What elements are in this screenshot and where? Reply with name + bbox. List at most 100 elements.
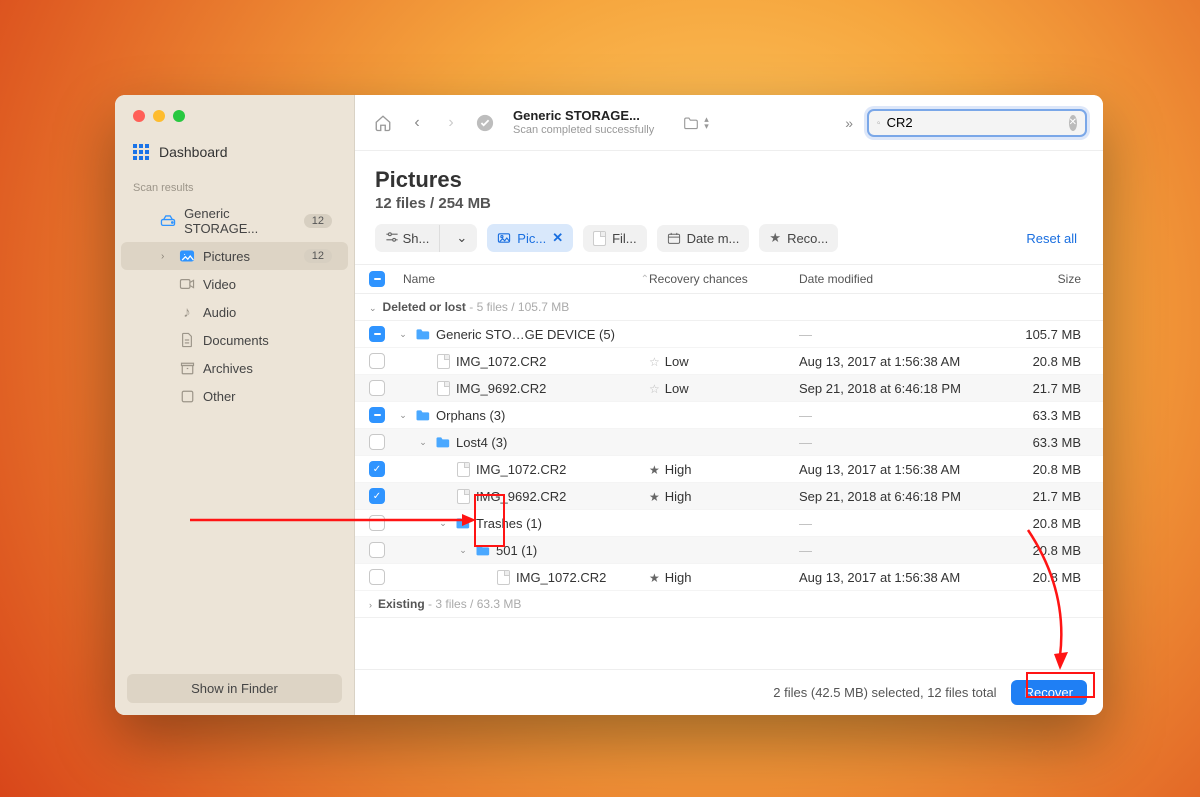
search-field[interactable]: ✕ <box>867 109 1087 137</box>
star-icon: ☆ <box>649 355 660 369</box>
toolbar: ‹ › Generic STORAGE... Scan completed su… <box>355 95 1103 151</box>
group-existing[interactable]: ›Existing - 3 files / 63.3 MB <box>355 591 1103 618</box>
maximize-window-button[interactable] <box>173 110 185 122</box>
folder-selector[interactable]: ▴▾ <box>682 116 709 130</box>
column-name[interactable]: Name⌃ <box>397 272 649 286</box>
dashboard-label: Dashboard <box>159 144 228 160</box>
folder-row[interactable]: ⌄Generic STO…GE DEVICE (5)—105.7 MB <box>355 321 1103 348</box>
sidebar-item-other[interactable]: Other <box>121 382 348 410</box>
sliders-icon <box>385 231 399 243</box>
chevron-right-icon: › <box>369 600 372 610</box>
select-all-checkbox[interactable] <box>369 271 385 287</box>
sidebar-item-archives[interactable]: Archives <box>121 354 348 382</box>
file-row[interactable]: IMG_1072.CR2☆LowAug 13, 2017 at 1:56:38 … <box>355 348 1103 375</box>
sidebar-item-label: Documents <box>203 333 269 348</box>
group-deleted-or-lost[interactable]: ⌄Deleted or lost - 5 files / 105.7 MB <box>355 294 1103 321</box>
file-icon <box>593 231 606 246</box>
row-checkbox[interactable] <box>369 380 385 396</box>
row-checkbox[interactable] <box>369 407 385 423</box>
chevron-down-icon[interactable]: ⌄ <box>457 545 469 556</box>
forward-button[interactable]: › <box>439 111 463 135</box>
search-icon <box>877 116 881 130</box>
clear-search-button[interactable]: ✕ <box>1069 115 1077 131</box>
search-input[interactable] <box>887 115 1063 130</box>
filter-show[interactable]: Sh... ⌄ <box>375 224 477 252</box>
row-checkbox[interactable] <box>369 488 385 504</box>
row-checkbox[interactable] <box>369 461 385 477</box>
more-chevron-icon[interactable]: » <box>845 115 853 131</box>
file-row[interactable]: IMG_9692.CR2★HighSep 21, 2018 at 6:46:18… <box>355 483 1103 510</box>
folder-icon <box>415 328 430 340</box>
filter-pictures[interactable]: Pic... ✕ <box>487 224 573 252</box>
file-icon <box>497 570 510 585</box>
star-icon: ★ <box>649 463 660 477</box>
date-cell: Aug 13, 2017 at 1:56:38 AM <box>799 570 1009 585</box>
page-heading: Pictures 12 files / 254 MB <box>355 151 1103 224</box>
size-cell: 21.7 MB <box>1009 381 1089 396</box>
chevron-right-icon: › <box>161 251 171 262</box>
recovery-cell: ★High <box>649 489 799 504</box>
sort-asc-icon: ⌃ <box>641 274 649 285</box>
dashboard-link[interactable]: Dashboard <box>115 122 354 176</box>
remove-filter-icon[interactable]: ✕ <box>552 230 563 246</box>
column-date[interactable]: Date modified <box>799 272 1009 286</box>
row-checkbox[interactable] <box>369 326 385 342</box>
sidebar-item-label: Archives <box>203 361 253 376</box>
star-icon: ★ <box>649 490 660 504</box>
chevron-down-icon[interactable]: ⌄ <box>417 437 429 448</box>
file-row[interactable]: IMG_1072.CR2★HighAug 13, 2017 at 1:56:38… <box>355 456 1103 483</box>
close-window-button[interactable] <box>133 110 145 122</box>
reset-all-link[interactable]: Reset all <box>1026 231 1083 246</box>
chevron-down-icon[interactable]: ⌄ <box>397 410 409 421</box>
sidebar-item-pictures[interactable]: ›Pictures12 <box>121 242 348 270</box>
sidebar-item-label: Audio <box>203 305 236 320</box>
chevron-updown-icon: ▴▾ <box>704 116 709 130</box>
row-checkbox[interactable] <box>369 434 385 450</box>
chevron-down-icon[interactable]: ⌄ <box>397 329 409 340</box>
app-window: Dashboard Scan results Generic STORAGE..… <box>115 95 1103 715</box>
chevron-down-icon[interactable]: ⌄ <box>446 224 477 252</box>
selection-status: 2 files (42.5 MB) selected, 12 files tot… <box>773 685 996 700</box>
sidebar-item-video[interactable]: Video <box>121 270 348 298</box>
filter-datemod[interactable]: Date m... <box>657 225 750 252</box>
traffic-lights <box>115 95 354 122</box>
count-badge: 12 <box>304 249 332 263</box>
annotation-recover-highlight <box>1026 672 1095 698</box>
table-header: Name⌃ Recovery chances Date modified Siz… <box>355 264 1103 294</box>
file-icon <box>457 489 470 504</box>
row-checkbox[interactable] <box>369 569 385 585</box>
file-row[interactable]: IMG_1072.CR2★HighAug 13, 2017 at 1:56:38… <box>355 564 1103 591</box>
file-row[interactable]: IMG_9692.CR2☆LowSep 21, 2018 at 6:46:18 … <box>355 375 1103 402</box>
date-cell: Sep 21, 2018 at 6:46:18 PM <box>799 381 1009 396</box>
folder-row[interactable]: ⌄501 (1)—20.8 MB <box>355 537 1103 564</box>
scan-status: Scan completed successfully <box>513 124 654 137</box>
folder-row[interactable]: ⌄Orphans (3)—63.3 MB <box>355 402 1103 429</box>
device-title: Generic STORAGE... <box>513 108 654 124</box>
row-checkbox[interactable] <box>369 353 385 369</box>
back-button[interactable]: ‹ <box>405 111 429 135</box>
date-cell: — <box>799 327 1009 342</box>
folder-row[interactable]: ⌄Lost4 (3)—63.3 MB <box>355 429 1103 456</box>
show-in-finder-button[interactable]: Show in Finder <box>127 674 342 703</box>
folder-icon <box>682 116 700 130</box>
row-name-label: Orphans (3) <box>436 408 505 423</box>
recovery-cell: ☆Low <box>649 381 799 396</box>
row-checkbox[interactable] <box>369 542 385 558</box>
column-recovery[interactable]: Recovery chances <box>649 272 799 286</box>
date-cell: Aug 13, 2017 at 1:56:38 AM <box>799 354 1009 369</box>
sidebar-item-generic-storage-[interactable]: Generic STORAGE...12 <box>121 200 348 242</box>
picture-icon <box>179 248 195 264</box>
sidebar-item-audio[interactable]: ♪Audio <box>121 298 348 326</box>
size-cell: 63.3 MB <box>1009 435 1089 450</box>
filter-recovery[interactable]: ★ Reco... <box>759 224 838 252</box>
star-icon: ☆ <box>649 382 660 396</box>
sidebar: Dashboard Scan results Generic STORAGE..… <box>115 95 355 715</box>
column-size[interactable]: Size <box>1009 272 1089 286</box>
sidebar-item-documents[interactable]: Documents <box>121 326 348 354</box>
minimize-window-button[interactable] <box>153 110 165 122</box>
home-button[interactable] <box>371 111 395 135</box>
annotation-arrow-down <box>1020 530 1080 675</box>
date-cell: — <box>799 435 1009 450</box>
star-icon: ★ <box>649 571 660 585</box>
filter-filetype[interactable]: Fil... <box>583 225 647 252</box>
